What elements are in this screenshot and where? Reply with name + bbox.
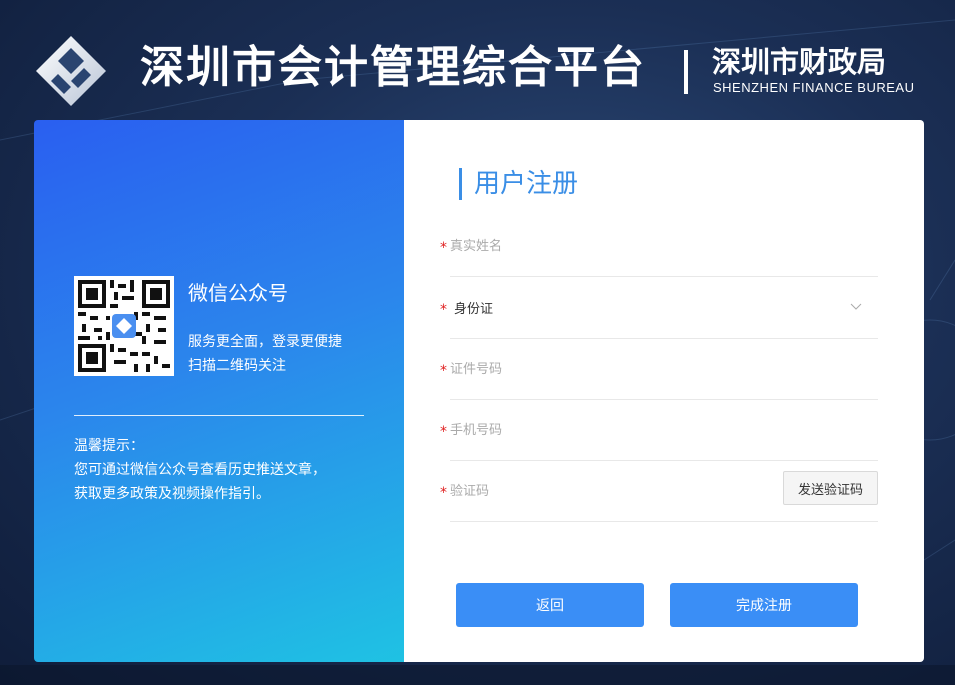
phone-input[interactable] <box>450 400 780 460</box>
header: 深圳市会计管理综合平台 深圳市财政局 SHENZHEN FINANCE BURE… <box>0 0 955 120</box>
id-type-select-value[interactable]: 身份证 <box>454 298 493 317</box>
required-mark: * <box>440 424 447 440</box>
info-panel: 微信公众号 服务更全面，登录更便捷 扫描二维码关注 温馨提示： 您可通过微信公众… <box>34 120 404 662</box>
bureau-name-en: SHENZHEN FINANCE BUREAU <box>713 80 915 95</box>
site-title: 深圳市会计管理综合平台 <box>140 42 646 93</box>
wechat-title: 微信公众号 <box>188 281 288 305</box>
phone-row: * <box>440 400 878 461</box>
real-name-row: * <box>440 216 878 277</box>
id-number-input[interactable] <box>450 339 780 399</box>
panel-divider <box>74 415 364 416</box>
submit-register-button[interactable]: 完成注册 <box>670 583 858 627</box>
title-divider <box>684 50 688 94</box>
field-underline <box>450 521 878 522</box>
chevron-down-icon[interactable] <box>850 300 862 312</box>
send-code-button[interactable]: 发送验证码 <box>783 471 878 505</box>
register-card: 微信公众号 服务更全面，登录更便捷 扫描二维码关注 温馨提示： 您可通过微信公众… <box>34 120 924 662</box>
tips-title: 温馨提示： <box>74 438 144 454</box>
id-number-row: * <box>440 339 878 400</box>
id-type-row[interactable]: * 身份证 <box>440 278 878 339</box>
wechat-qr-code <box>74 276 174 376</box>
required-mark: * <box>440 302 447 318</box>
tips-line1: 您可通过微信公众号查看历史推送文章， <box>74 462 326 478</box>
tips-line2: 获取更多政策及视频操作指引。 <box>74 486 270 502</box>
tips-block: 温馨提示： 您可通过微信公众号查看历史推送文章， 获取更多政策及视频操作指引。 <box>74 434 326 506</box>
bureau-name-cn: 深圳市财政局 <box>712 45 887 79</box>
form-title: 用户注册 <box>459 168 578 200</box>
logo-icon <box>36 36 106 106</box>
wechat-desc-line2: 扫描二维码关注 <box>188 358 286 374</box>
verify-code-row: * 发送验证码 <box>440 461 878 522</box>
field-underline <box>450 276 878 277</box>
wechat-description: 服务更全面，登录更便捷 扫描二维码关注 <box>188 330 342 378</box>
back-button[interactable]: 返回 <box>456 583 644 627</box>
real-name-input[interactable] <box>450 216 780 276</box>
verify-code-input[interactable] <box>450 461 700 521</box>
required-mark: * <box>440 363 447 379</box>
qr-code-icon <box>78 280 170 372</box>
wechat-desc-line1: 服务更全面，登录更便捷 <box>188 334 342 350</box>
required-mark: * <box>440 240 447 256</box>
required-mark: * <box>440 485 447 501</box>
register-form: 用户注册 * * 身份证 * * * 发送验证码 <box>404 120 924 662</box>
